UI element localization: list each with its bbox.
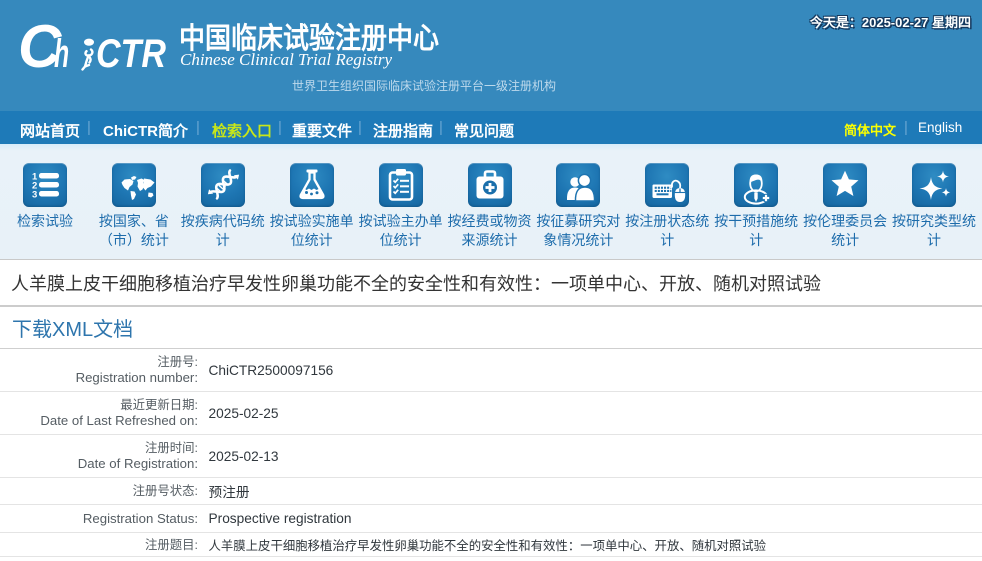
svg-text:3: 3 xyxy=(32,190,37,201)
